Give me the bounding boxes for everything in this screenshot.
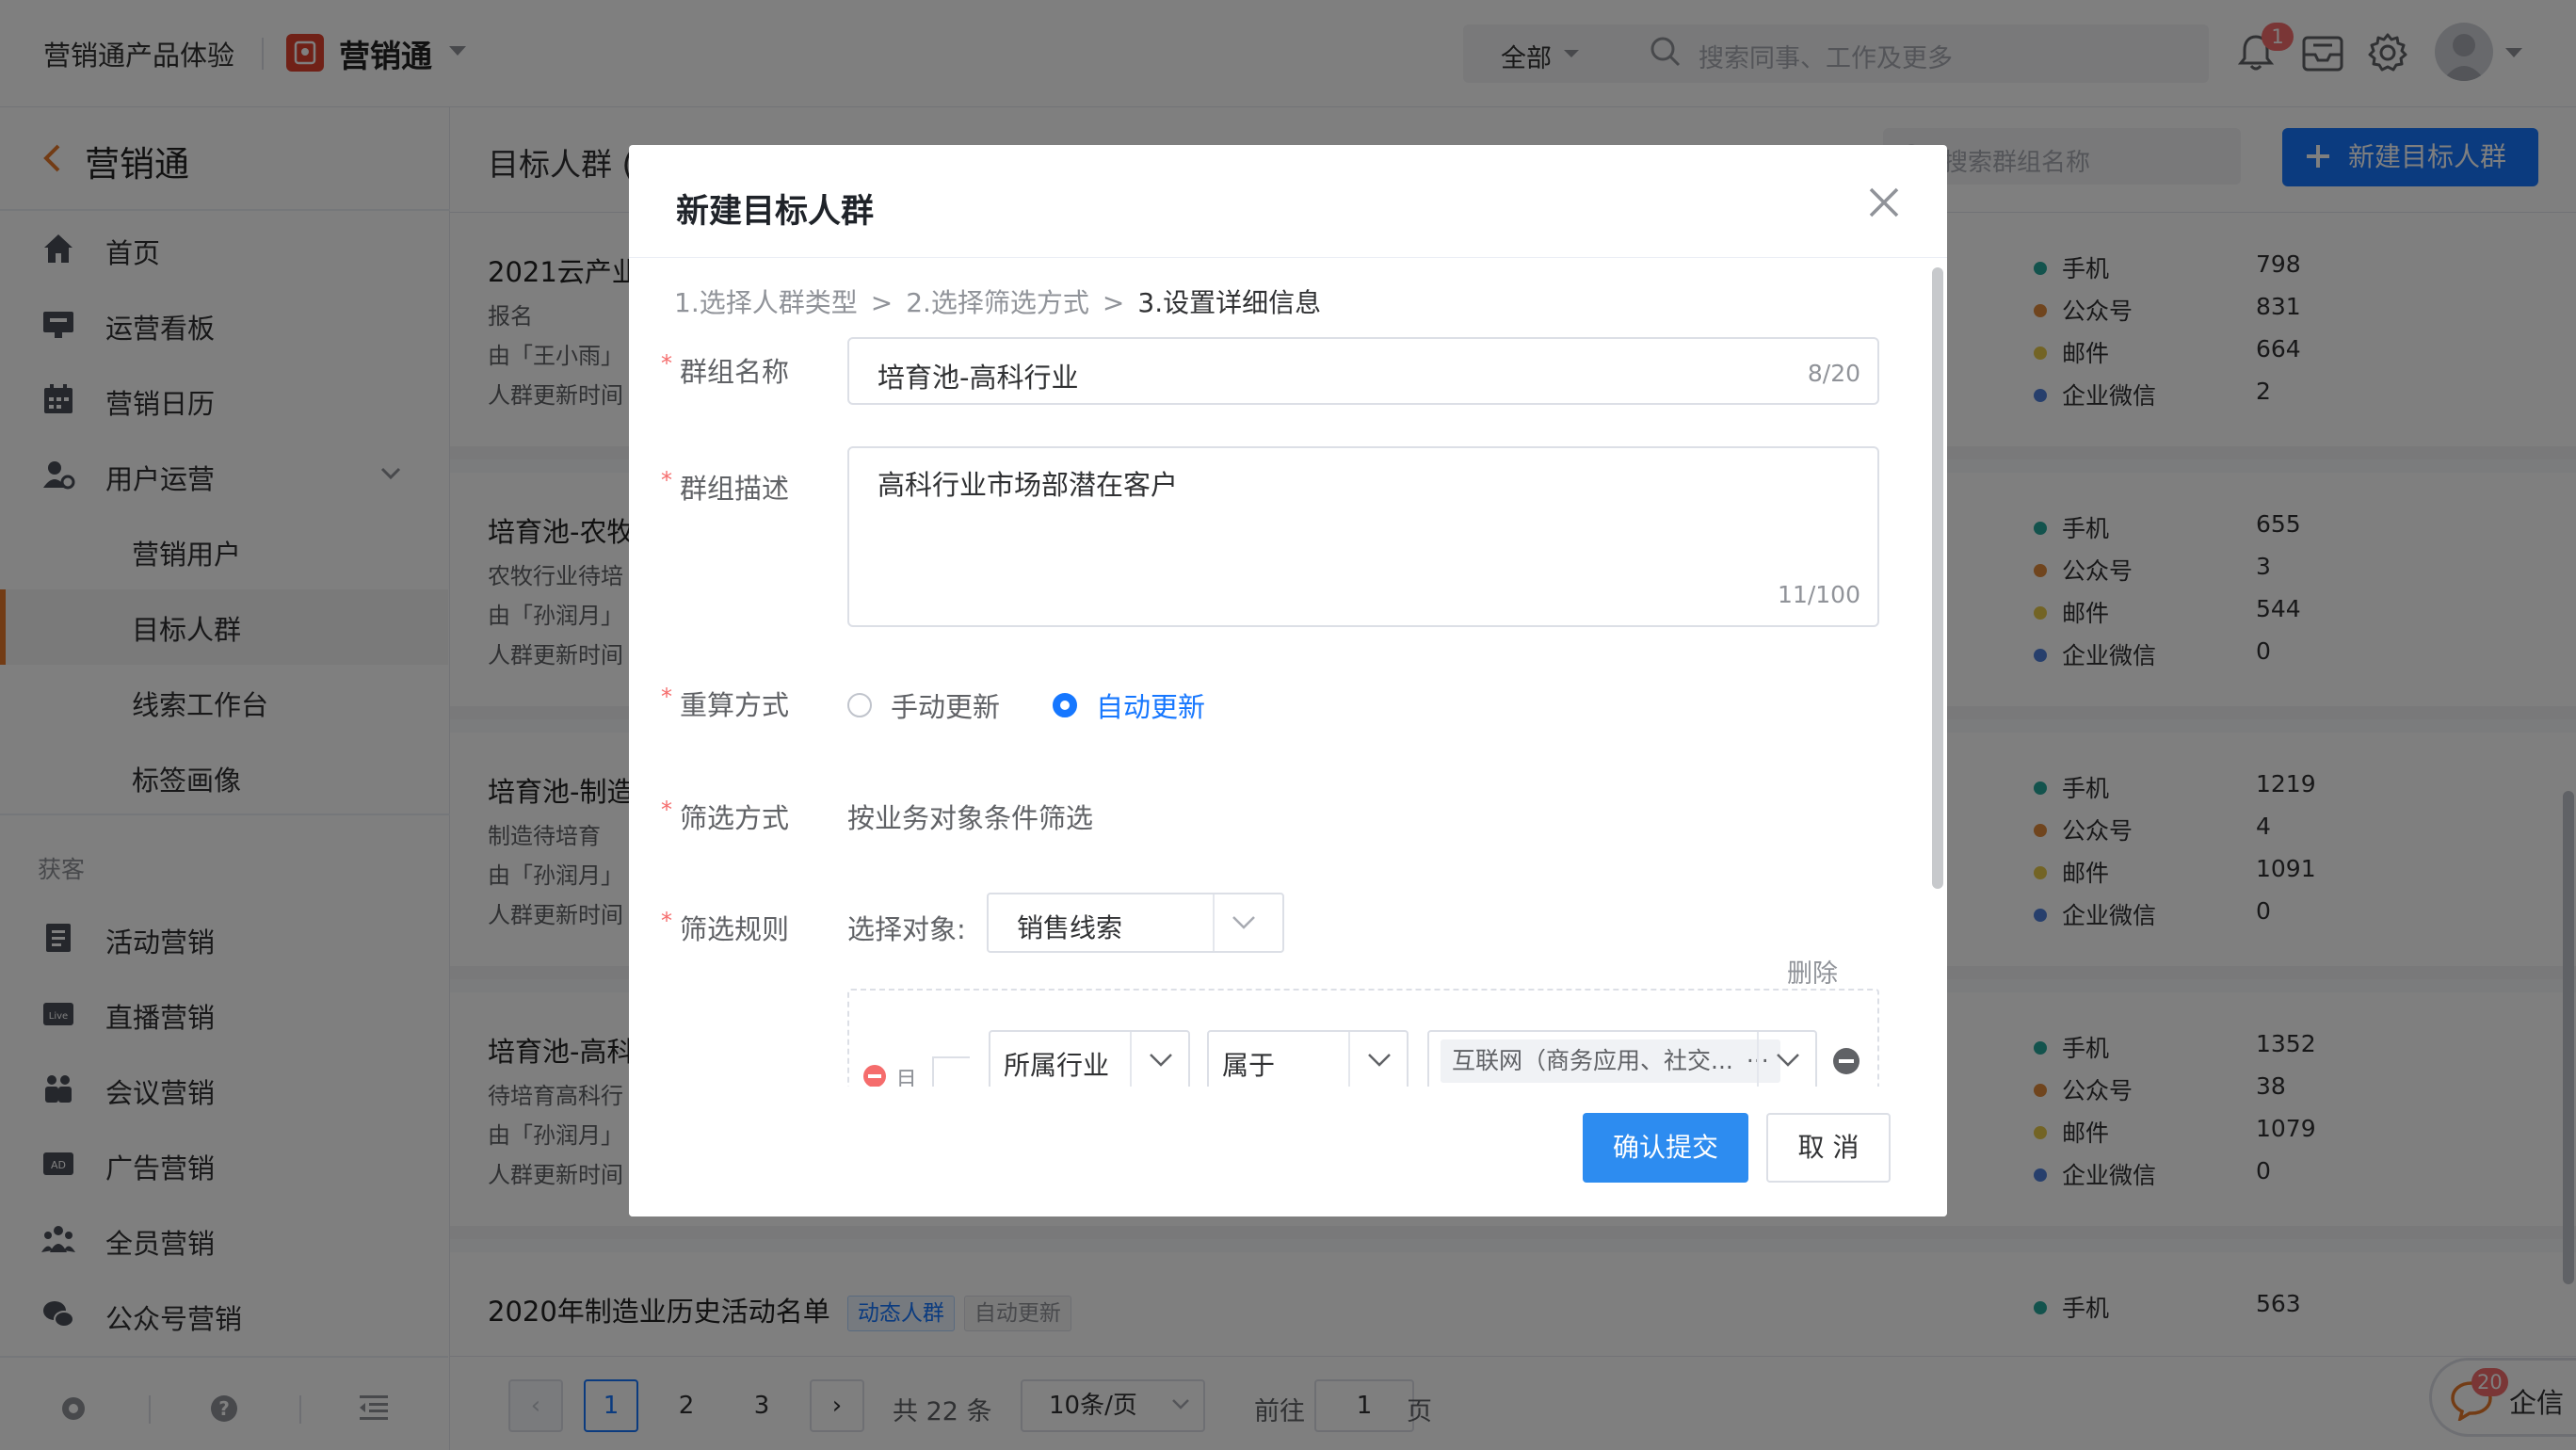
step-2[interactable]: 2.选择筛选方式 [906, 287, 1089, 318]
delete-rule-link[interactable]: 删除 [1787, 953, 1838, 990]
desc-label: * 群组描述 [661, 467, 789, 507]
required-mark: * [661, 350, 672, 377]
remove-condition-icon[interactable] [1832, 1047, 1860, 1075]
condition-operator-value: 属于 [1222, 1050, 1276, 1081]
filter-label: * 筛选方式 [661, 797, 789, 836]
condition-value-chip: 互联网（商务应用、社交...··· [1441, 1039, 1780, 1083]
chevron-down-icon [1232, 915, 1256, 930]
filter-label-text: 筛选方式 [680, 802, 790, 834]
object-label: 选择对象: [847, 913, 966, 945]
divider [1213, 894, 1215, 951]
rule-label-text: 筛选规则 [680, 913, 790, 945]
object-select-value: 销售线索 [1017, 912, 1123, 943]
radio-label: 自动更新 [1096, 691, 1206, 723]
char-count: 11/100 [1778, 581, 1860, 608]
filter-method-value: 按业务对象条件筛选 [847, 802, 1094, 834]
condition-field-select[interactable]: 所属行业 [989, 1030, 1190, 1087]
divider [1130, 1032, 1132, 1087]
group-desc-value: 高科行业市场部潜在客户 [877, 469, 1179, 501]
condition-operator-select[interactable]: 属于 [1207, 1030, 1409, 1087]
required-mark: * [661, 467, 672, 493]
step-breadcrumb: 1.选择人群类型 >2.选择筛选方式 >3.设置详细信息 [674, 282, 1321, 320]
condition-value-text: 互联网（商务应用、社交... [1452, 1047, 1733, 1074]
group-name-value: 培育池-高科行业 [877, 362, 1079, 394]
group-name-input[interactable]: 培育池-高科行业 8/20 [847, 337, 1879, 405]
step-separator: > [1102, 287, 1125, 318]
radio-circle [1053, 693, 1077, 717]
rule-condition-box: 且 所属行业 属于 互联网（商务应用、社交...··· [847, 989, 1879, 1087]
required-mark: * [661, 684, 672, 710]
dialog-body: 1.选择人群类型 >2.选择筛选方式 >3.设置详细信息 * 群组名称 培育池-高科行… [629, 258, 1947, 1087]
step-separator: > [870, 287, 894, 318]
chevron-down-icon [1776, 1053, 1800, 1068]
radio-label: 手动更新 [891, 691, 1001, 723]
cancel-button[interactable]: 取 消 [1766, 1113, 1891, 1183]
chevron-down-icon [1367, 1053, 1392, 1068]
dialog-footer: 确认提交 取 消 [629, 1087, 1947, 1216]
close-icon[interactable] [1868, 186, 1900, 218]
name-label: * 群组名称 [661, 350, 789, 390]
rule-label: * 筛选规则 [661, 908, 789, 947]
recalc-radio-group: 手动更新 自动更新 [847, 689, 1412, 727]
condition-value-select[interactable]: 互联网（商务应用、社交...··· [1427, 1030, 1817, 1087]
dialog-scrollbar[interactable] [1932, 267, 1943, 889]
divider [1757, 1032, 1759, 1087]
radio-circle [847, 693, 872, 717]
and-label: 且 [894, 1067, 919, 1087]
scrollbar-thumb[interactable] [1932, 267, 1943, 889]
recalc-label: * 重算方式 [661, 684, 789, 723]
dialog-title: 新建目标人群 [676, 193, 875, 231]
recalc-label-text: 重算方式 [680, 689, 790, 721]
group-desc-textarea[interactable]: 高科行业市场部潜在客户 11/100 [847, 446, 1879, 627]
required-mark: * [661, 797, 672, 823]
logic-bracket [932, 1056, 970, 1087]
chevron-down-icon [1149, 1053, 1173, 1068]
divider [1348, 1032, 1350, 1087]
name-label-text: 群组名称 [680, 356, 790, 388]
char-count: 8/20 [1807, 360, 1860, 387]
step-3: 3.设置详细信息 [1137, 287, 1322, 318]
step-1[interactable]: 1.选择人群类型 [674, 287, 858, 318]
required-mark: * [661, 908, 672, 934]
remove-group-icon[interactable] [862, 1064, 887, 1087]
desc-label-text: 群组描述 [680, 473, 790, 505]
object-select[interactable]: 销售线索 [987, 893, 1284, 953]
condition-field-value: 所属行业 [1004, 1050, 1110, 1081]
confirm-submit-button[interactable]: 确认提交 [1583, 1113, 1748, 1183]
dialog-header: 新建目标人群 [629, 145, 1947, 258]
new-audience-dialog: 新建目标人群 1.选择人群类型 >2.选择筛选方式 >3.设置详细信息 * 群组名称 … [629, 145, 1947, 1216]
